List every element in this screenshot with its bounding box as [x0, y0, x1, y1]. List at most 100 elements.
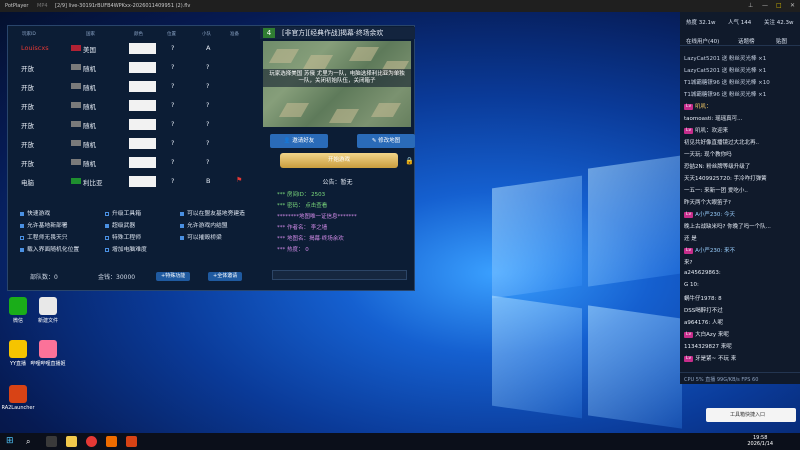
minimize-icon[interactable]: —: [762, 0, 768, 12]
option-superweapons[interactable]: 超级武器: [105, 221, 135, 232]
checkbox-icon[interactable]: [105, 212, 109, 216]
player-team[interactable]: ?: [206, 158, 209, 166]
task-view-icon[interactable]: [46, 436, 57, 447]
player-team[interactable]: ?: [206, 139, 209, 147]
ra2-taskbar-icon[interactable]: [126, 436, 137, 447]
tab-stickers[interactable]: 贴图: [776, 37, 787, 45]
checkbox-icon[interactable]: [20, 212, 24, 216]
player-country[interactable]: 随机: [83, 63, 96, 73]
player-team[interactable]: ?: [206, 63, 209, 71]
player-row[interactable]: 开放 随机??: [8, 134, 258, 153]
player-team[interactable]: ?: [206, 82, 209, 90]
player-position[interactable]: ?: [171, 120, 174, 128]
player-name[interactable]: 电脑: [21, 177, 34, 187]
pin-icon[interactable]: ⊥: [748, 0, 753, 12]
player-app-name[interactable]: PotPlayer: [5, 0, 28, 12]
player-position[interactable]: ?: [171, 63, 174, 71]
player-position[interactable]: ?: [171, 101, 174, 109]
tab-online-users[interactable]: 在线用户(40): [686, 37, 719, 45]
player-color[interactable]: [129, 100, 156, 111]
player-row[interactable]: 电脑 利比亚? B ⚑: [8, 172, 258, 191]
player-row[interactable]: 开放 随机??: [8, 58, 258, 77]
player-row[interactable]: 开放 随机??: [8, 153, 258, 172]
flag-icon: [71, 83, 81, 89]
checkbox-icon[interactable]: [105, 248, 109, 252]
player-country[interactable]: 随机: [83, 101, 96, 111]
player-row[interactable]: 开放 随机??: [8, 77, 258, 96]
player-name[interactable]: 开放: [21, 120, 34, 130]
file-explorer-icon[interactable]: [66, 436, 77, 447]
player-team[interactable]: B: [206, 177, 210, 185]
map-preview[interactable]: 玩家选择美国 苏俄 尤里为一队，电脑选择利比亚为单独一队，关闭初始队伍，关闭箱子: [263, 41, 411, 127]
player-country[interactable]: 利比亚: [83, 177, 103, 187]
player-position[interactable]: ?: [171, 158, 174, 166]
player-color[interactable]: [129, 62, 156, 73]
player-row[interactable]: Louiscxs 美国? A: [8, 39, 258, 58]
desktop-icon-bilibili[interactable]: 哔哩哔哩直播姬: [30, 340, 66, 367]
tab-topics[interactable]: 话题榜: [738, 37, 755, 45]
start-game-button[interactable]: 开始游戏: [280, 153, 398, 168]
invite-all-button[interactable]: +全体邀请: [208, 272, 243, 281]
app-icon-2[interactable]: [106, 436, 117, 447]
player-name[interactable]: 开放: [21, 63, 34, 73]
player-color[interactable]: [129, 81, 156, 92]
option-special-engineer[interactable]: 特殊工程师: [105, 233, 141, 244]
player-country[interactable]: 随机: [83, 158, 96, 168]
change-map-button[interactable]: ✎ 修改地图: [357, 134, 415, 148]
toolbox-toast[interactable]: 工具箱快捷入口: [706, 408, 796, 422]
checkbox-icon[interactable]: [105, 224, 109, 228]
option-fast-game[interactable]: 快速游戏: [20, 209, 50, 220]
system-clock[interactable]: 19:58 2026/1/14: [747, 435, 773, 447]
desktop-icon-new-file[interactable]: 新建文件: [30, 297, 66, 324]
player-position[interactable]: ?: [171, 139, 174, 147]
player-name[interactable]: 开放: [21, 139, 34, 149]
checkbox-icon[interactable]: [180, 236, 184, 240]
option-upgrade-crates[interactable]: 升级工具箱: [105, 209, 141, 220]
windows-start-icon[interactable]: ⊞: [6, 436, 17, 447]
room-chat-input[interactable]: [272, 270, 407, 280]
player-color[interactable]: [129, 157, 156, 168]
player-country[interactable]: 随机: [83, 139, 96, 149]
player-name[interactable]: 开放: [21, 101, 34, 111]
player-team[interactable]: A: [206, 44, 210, 52]
player-country[interactable]: 随机: [83, 120, 96, 130]
player-country[interactable]: 随机: [83, 82, 96, 92]
room-info-line[interactable]: *** 密码： 点击查看: [277, 201, 327, 209]
checkbox-icon[interactable]: [105, 236, 109, 240]
player-mode[interactable]: MP4: [37, 0, 48, 12]
maximize-icon[interactable]: □: [776, 0, 782, 12]
option-engineer[interactable]: 工程师无畏天只: [20, 233, 68, 244]
option-ai-difficulty[interactable]: 增加电脑难度: [105, 245, 147, 256]
player-country[interactable]: 美国: [83, 44, 96, 54]
option-mcv-redeploy[interactable]: 允许基地新部署: [20, 221, 68, 232]
close-icon[interactable]: ✕: [790, 0, 795, 12]
checkbox-icon[interactable]: [180, 212, 184, 216]
player-name[interactable]: 开放: [21, 158, 34, 168]
option-destroy-bridges[interactable]: 可以摧毁桥梁: [180, 233, 222, 244]
app-icon-1[interactable]: [86, 436, 97, 447]
invite-friend-button[interactable]: 👤 邀请好友: [270, 134, 328, 148]
option-build-near-ally[interactable]: 可以在盟友基地旁建造: [180, 209, 245, 220]
player-color[interactable]: [129, 138, 156, 149]
player-position[interactable]: ?: [171, 82, 174, 90]
player-color[interactable]: [129, 119, 156, 130]
player-team[interactable]: ?: [206, 101, 209, 109]
checkbox-icon[interactable]: [20, 236, 24, 240]
option-random-position[interactable]: 载入界面随机化位置: [20, 245, 79, 256]
player-row[interactable]: 开放 随机??: [8, 96, 258, 115]
player-team[interactable]: ?: [206, 120, 209, 128]
player-position[interactable]: ?: [171, 44, 174, 52]
special-function-button[interactable]: +特殊功能: [156, 272, 191, 281]
option-ingame-alliance[interactable]: 允许游戏内结盟: [180, 221, 228, 232]
player-color[interactable]: [129, 176, 156, 187]
desktop-icon-ra2launcher[interactable]: RA2Launcher: [0, 385, 36, 411]
player-position[interactable]: ?: [171, 177, 174, 185]
player-color[interactable]: [129, 43, 156, 54]
checkbox-icon[interactable]: [20, 248, 24, 252]
player-name[interactable]: 开放: [21, 82, 34, 92]
player-name[interactable]: Louiscxs: [21, 44, 49, 52]
checkbox-icon[interactable]: [20, 224, 24, 228]
checkbox-icon[interactable]: [180, 224, 184, 228]
search-icon[interactable]: ⌕: [26, 436, 37, 447]
player-row[interactable]: 开放 随机??: [8, 115, 258, 134]
